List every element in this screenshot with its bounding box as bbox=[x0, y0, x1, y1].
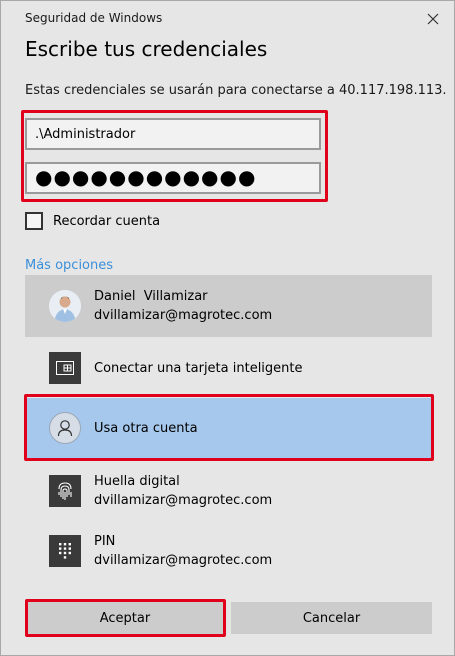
option-smart-card[interactable]: Conectar una tarjeta inteligente bbox=[25, 337, 432, 399]
remember-checkbox[interactable] bbox=[25, 212, 43, 230]
dialog-heading: Escribe tus credenciales bbox=[25, 37, 268, 61]
dialog-subtitle: Estas credenciales se usarán para conect… bbox=[25, 83, 447, 98]
option-fingerprint-label: Huella digital bbox=[94, 474, 180, 489]
password-value: ●●●●●●●●●●●● bbox=[35, 165, 257, 189]
remember-label: Recordar cuenta bbox=[53, 213, 161, 229]
person-icon bbox=[49, 412, 81, 444]
pin-keypad-icon bbox=[49, 535, 81, 567]
fingerprint-icon bbox=[49, 475, 81, 507]
smart-card-icon bbox=[49, 352, 81, 384]
close-icon bbox=[427, 13, 439, 25]
close-button[interactable] bbox=[421, 7, 445, 31]
option-other-account[interactable]: Usa otra cuenta bbox=[25, 398, 432, 458]
title-bar: Seguridad de Windows bbox=[1, 1, 454, 37]
user-avatar bbox=[49, 290, 81, 322]
accept-button[interactable]: Aceptar bbox=[25, 602, 225, 634]
username-input[interactable]: .\Administrador bbox=[25, 118, 321, 150]
option-other-account-label: Usa otra cuenta bbox=[94, 420, 198, 436]
option-user-name: Daniel Villamizar bbox=[94, 289, 208, 304]
cancel-button[interactable]: Cancelar bbox=[231, 602, 432, 634]
option-user-account[interactable]: Daniel Villamizar dvillamizar@magrotec.c… bbox=[25, 275, 432, 337]
option-pin-label: PIN bbox=[94, 534, 116, 549]
option-fingerprint-email: dvillamizar@magrotec.com bbox=[94, 493, 273, 508]
option-fingerprint[interactable]: Huella digital dvillamizar@magrotec.com bbox=[25, 461, 432, 521]
window-title: Seguridad de Windows bbox=[25, 11, 163, 25]
credentials-dialog: Seguridad de Windows Escribe tus credenc… bbox=[0, 0, 455, 656]
username-value: .\Administrador bbox=[35, 126, 136, 142]
option-user-email: dvillamizar@magrotec.com bbox=[94, 308, 273, 323]
remember-checkbox-row[interactable]: Recordar cuenta bbox=[25, 210, 160, 232]
more-options-link[interactable]: Más opciones bbox=[25, 258, 113, 273]
option-smart-card-label: Conectar una tarjeta inteligente bbox=[94, 360, 303, 376]
option-pin-email: dvillamizar@magrotec.com bbox=[94, 553, 273, 568]
password-input[interactable]: ●●●●●●●●●●●● bbox=[25, 162, 321, 194]
option-pin[interactable]: PIN dvillamizar@magrotec.com bbox=[25, 521, 432, 581]
